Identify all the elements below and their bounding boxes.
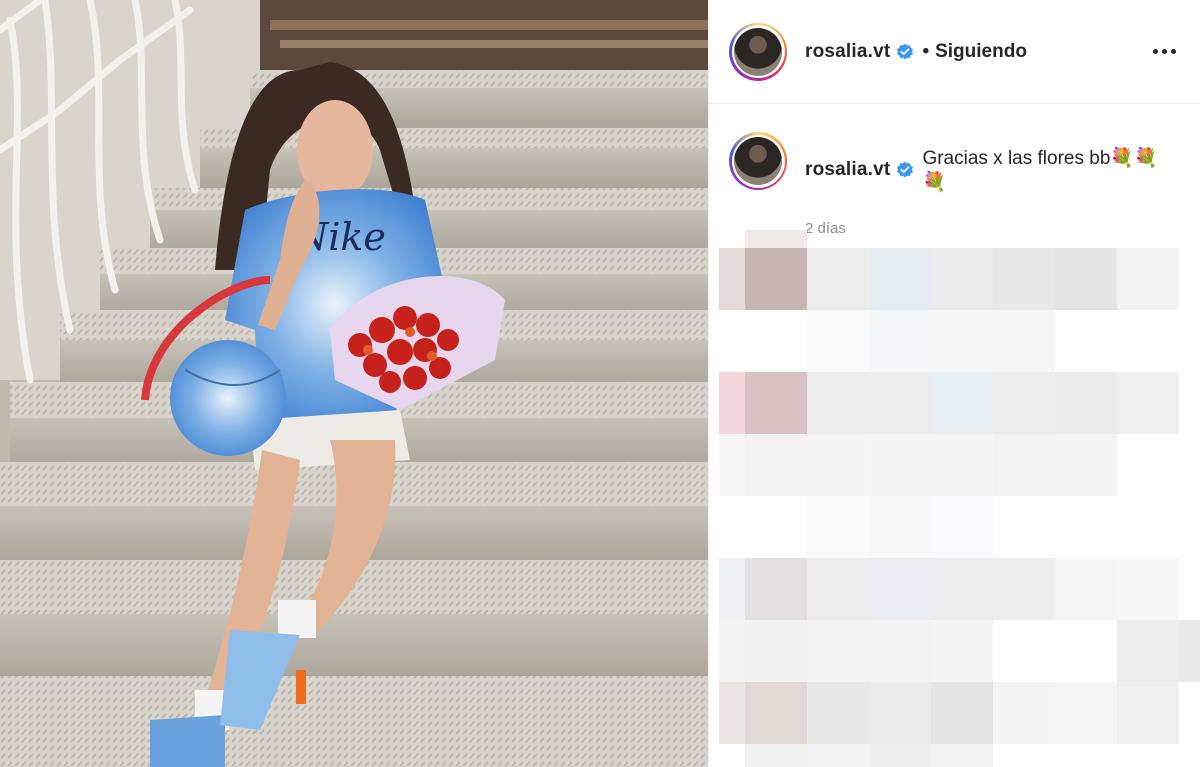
post-side-panel: rosalia.vt • Siguiendo rosalia.vt Gracia… xyxy=(708,0,1200,767)
post-photo: Nike xyxy=(0,0,708,767)
avatar-image xyxy=(734,27,782,76)
more-options-icon[interactable] xyxy=(1149,41,1180,62)
verified-badge-icon xyxy=(896,43,914,61)
post-header: rosalia.vt • Siguiendo xyxy=(709,0,1200,104)
pixelated-comments xyxy=(719,230,1200,767)
following-button[interactable]: Siguiendo xyxy=(935,41,1027,63)
caption-text: Gracias x las flores bb💐💐💐 xyxy=(922,148,1158,193)
caption-username-link[interactable]: rosalia.vt xyxy=(805,159,890,181)
avatar-image xyxy=(734,137,782,185)
caption: rosalia.vt Gracias x las flores bb💐💐💐 2 … xyxy=(709,104,1200,237)
profile-avatar[interactable] xyxy=(729,22,787,81)
username-link[interactable]: rosalia.vt xyxy=(805,41,890,63)
separator-dot: • xyxy=(922,40,930,62)
verified-badge-icon xyxy=(896,161,914,179)
caption-avatar[interactable] xyxy=(729,132,787,190)
